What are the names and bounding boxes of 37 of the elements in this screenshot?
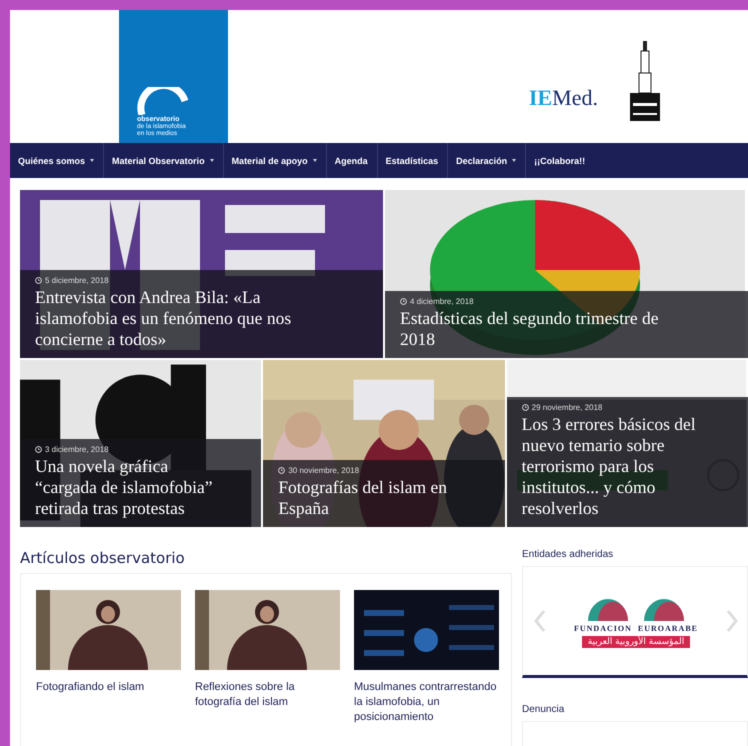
story-date: 5 diciembre, 2018 xyxy=(45,276,109,285)
clock-icon xyxy=(278,467,286,474)
clock-icon xyxy=(522,404,529,411)
article-link[interactable]: Fotografiando el islam xyxy=(36,680,181,695)
story-date: 29 noviembre, 2018 xyxy=(532,403,602,412)
story-title[interactable]: Los 3 errores básicos del nuevo temario sobre terrorismo para los institutos... y cómo resolverlos xyxy=(522,414,720,519)
nav-item[interactable]: Material Observatorio xyxy=(104,143,224,178)
chevron-left-icon[interactable] xyxy=(533,609,547,633)
story-date: 4 diciembre, 2018 xyxy=(410,297,474,306)
nav-item[interactable]: Material de apoyo xyxy=(224,143,327,178)
nav-item[interactable]: Quiénes somos xyxy=(10,143,104,178)
story-date: 30 noviembre, 2018 xyxy=(288,466,360,475)
nav-item[interactable]: Estadísticas xyxy=(378,143,448,178)
section-title: Entidades adheridas xyxy=(522,549,614,560)
clock-icon xyxy=(400,298,407,305)
story-title[interactable]: Entrevista con Andrea Bila: «La islamofobia es un fenómeno que nos concierne a todos» xyxy=(35,287,323,350)
section-title: Artículos observatorio xyxy=(20,549,186,567)
article-link[interactable]: Reflexiones sobre la fotografía del islam xyxy=(195,680,340,710)
partner-logo[interactable]: IEMed. xyxy=(528,85,598,111)
featured-story[interactable]: 4 diciembre, 2018 Estadísticas del segundo trimestre de 2018 xyxy=(385,190,748,358)
story-title[interactable]: Estadísticas del segundo trimestre de 2018 xyxy=(400,308,688,350)
clock-icon xyxy=(35,277,42,284)
story-title[interactable]: Fotografías del islam en España xyxy=(278,477,477,519)
nav-item[interactable]: Declaración xyxy=(448,143,526,178)
nav-item[interactable]: Agenda xyxy=(326,143,378,178)
featured-story[interactable]: 30 noviembre, 2018 Fotografías del islam en España xyxy=(263,360,505,527)
arc-logo-icon xyxy=(137,87,189,115)
article-link[interactable]: Musulmanes contrarrestando la islamofobia, un posicionamiento xyxy=(354,680,499,725)
chevron-right-icon[interactable] xyxy=(724,609,739,633)
story-date: 3 diciembre, 2018 xyxy=(45,445,109,454)
section-title: Denuncia xyxy=(522,704,566,715)
tower-logo-icon[interactable] xyxy=(628,41,662,121)
logo-text: FUNDACION EUROARABE xyxy=(574,624,698,632)
logo-text: المؤسسة الأوروبية العربية xyxy=(582,636,690,648)
story-title[interactable]: Una novela gráfica “cargada de islamofobia” retirada tras protestas xyxy=(35,456,234,519)
nav-item[interactable]: ¡¡Colabora!! xyxy=(526,143,594,178)
clock-icon xyxy=(35,446,42,453)
